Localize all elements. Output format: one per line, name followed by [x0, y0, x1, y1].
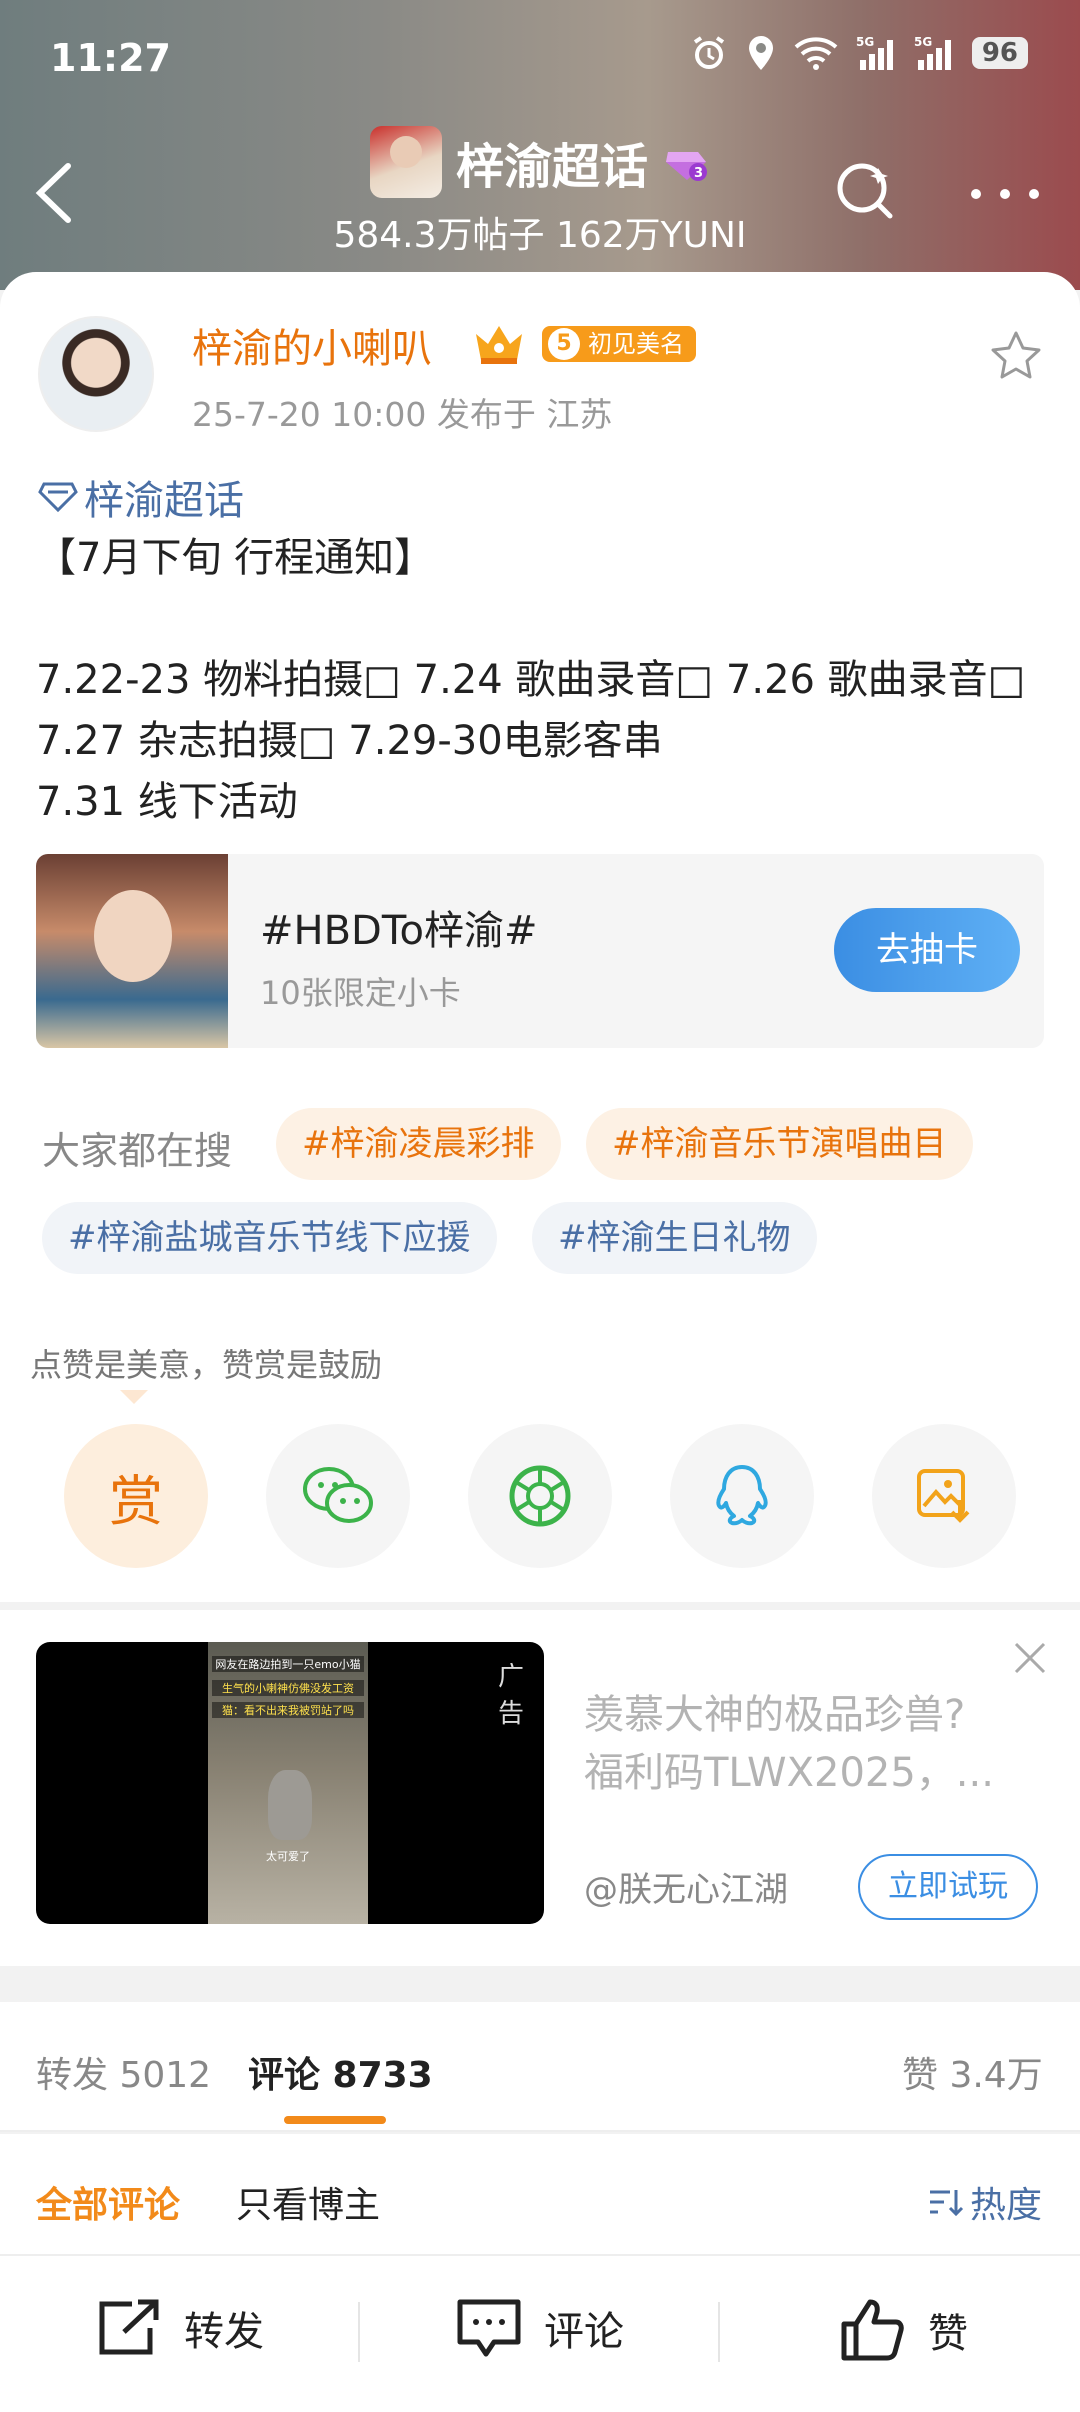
more-options-icon[interactable] — [970, 188, 1040, 200]
trending-chip[interactable]: #梓渝盐城音乐节线下应援 — [42, 1202, 497, 1274]
tab-likes[interactable]: 赞 3.4万 — [902, 2046, 1043, 2098]
forum-header[interactable]: 梓渝超话 3 584.3万帖子 162万YUNI — [0, 126, 1080, 258]
banner-thumbnail — [36, 854, 228, 1048]
post-line: 7.31 线下活动 — [36, 779, 298, 825]
ad-video-caption: 网友在路边拍到一只emo小猫 — [212, 1656, 364, 1672]
post-meta: 25-7-20 10:00 发布于 江苏 — [192, 395, 613, 434]
signal-icon-2: 5G — [914, 35, 951, 70]
forum-level: 3 — [694, 166, 703, 181]
author-name[interactable]: 梓渝的小喇叭 — [192, 316, 432, 374]
note-pointer — [120, 1390, 148, 1404]
trending-chip[interactable]: #梓渝生日礼物 — [532, 1202, 817, 1274]
ad-video-caption: 猫：看不出来我被罚站了吗 — [212, 1702, 364, 1718]
save-image-icon — [917, 1469, 970, 1523]
svg-text:5G: 5G — [856, 35, 874, 49]
wechat-icon — [303, 1467, 373, 1523]
moments-aperture-icon — [509, 1465, 571, 1527]
forum-avatar — [369, 126, 442, 198]
share-qq-button[interactable] — [670, 1424, 814, 1568]
status-time: 11:27 — [50, 36, 171, 80]
battery-indicator: 96 — [971, 37, 1028, 69]
qq-penguin-icon — [716, 1465, 768, 1526]
banner-title: #HBDTo梓渝# — [260, 908, 538, 954]
forum-title: 梓渝超话 — [455, 139, 648, 195]
badge-level: 5 — [548, 328, 580, 360]
location-icon — [748, 36, 773, 70]
comment-label: 评论 — [544, 2309, 624, 2355]
share-wechat-button[interactable] — [266, 1424, 410, 1568]
ad-text-line: 羡慕大神的极品珍兽? — [584, 1692, 966, 1738]
post-card: 梓渝的小喇叭 5 初见美名 25-7-20 10:00 发布于 江苏 梓渝超话 … — [0, 272, 1080, 1602]
trending-label: 大家都在搜 — [42, 1129, 233, 1173]
comment-button[interactable]: 评论 — [456, 2298, 624, 2358]
post-line — [36, 589, 1046, 650]
crown-icon — [476, 326, 522, 364]
repost-label: 转发 — [184, 2309, 264, 2355]
post-line: 7.27 杂志拍摄□ 7.29-30电影客串 — [36, 718, 663, 764]
svg-text:5G: 5G — [914, 35, 932, 49]
post-body: 【7月下旬 行程通知】 7.22-23 物料拍摄□ 7.24 歌曲录音□ 7.2… — [36, 528, 1046, 833]
filter-all-comments[interactable]: 全部评论 — [36, 2176, 180, 2228]
banner-subtitle: 10张限定小卡 — [260, 974, 461, 1012]
close-icon[interactable] — [1010, 1638, 1050, 1678]
interaction-tabs: 转发 5012 评论 8733 赞 3.4万 — [0, 2002, 1080, 2132]
diamond-level-icon: 3 — [666, 152, 707, 181]
save-image-button[interactable] — [872, 1424, 1016, 1568]
wifi-icon — [794, 37, 838, 70]
ad-video-frame: 网友在路边拍到一只emo小猫 生气的小喇神仿佛没发工资 猫：看不出来我被罚站了吗… — [208, 1642, 368, 1924]
ad-label: 广告 — [498, 1662, 525, 1729]
ad-text: 羡慕大神的极品珍兽? 福利码TLWX2025，... — [584, 1686, 1024, 1802]
sort-button[interactable]: 热度 — [928, 2176, 1042, 2228]
author-avatar[interactable] — [38, 316, 154, 432]
ad-video-caption: 太可爱了 — [266, 1850, 310, 1863]
cat-figure — [268, 1770, 312, 1840]
share-moments-button[interactable] — [468, 1424, 612, 1568]
ad-video[interactable]: 网友在路边拍到一只emo小猫 生气的小喇神仿佛没发工资 猫：看不出来我被罚站了吗… — [36, 1642, 544, 1924]
filter-owner-only[interactable]: 只看博主 — [236, 2176, 380, 2228]
comment-bubble-icon — [457, 2299, 521, 2357]
share-arrow-icon — [99, 2299, 159, 2355]
reward-label: 赏 — [109, 1469, 163, 1533]
comment-filter-bar: 全部评论 只看博主 热度 — [0, 2134, 1080, 2254]
favorite-star-icon[interactable] — [988, 328, 1044, 384]
divider — [718, 2302, 720, 2362]
ad-video-caption: 生气的小喇神仿佛没发工资 — [212, 1680, 364, 1696]
status-icons: 5G 5G 96 — [690, 34, 1028, 72]
draw-card-banner[interactable]: #HBDTo梓渝# 10张限定小卡 去抽卡 — [36, 854, 1044, 1048]
reward-note: 点赞是美意，赞赏是鼓励 — [30, 1346, 383, 1384]
tab-comments[interactable]: 评论 8733 — [248, 2046, 433, 2098]
like-label: 赞 — [928, 2311, 968, 2357]
try-now-button[interactable]: 立即试玩 — [858, 1854, 1038, 1920]
repost-button[interactable]: 转发 — [96, 2298, 264, 2358]
sort-label: 热度 — [970, 2185, 1043, 2226]
ad-source: @朕无心江湖 — [584, 1870, 788, 1910]
topic-name: 梓渝超话 — [84, 478, 244, 524]
ad-block[interactable]: 网友在路边拍到一只emo小猫 生气的小喇神仿佛没发工资 猫：看不出来我被罚站了吗… — [0, 1610, 1080, 1966]
ad-text-line: 福利码TLWX2025，... — [584, 1750, 994, 1796]
thumbs-up-icon — [841, 2299, 904, 2361]
active-tab-indicator — [284, 2116, 386, 2124]
alarm-icon — [693, 36, 724, 69]
reward-button[interactable]: 赏 — [64, 1424, 208, 1568]
fan-level-badge: 5 初见美名 — [542, 326, 696, 362]
forum-stats: 584.3万帖子 162万YUNI — [333, 215, 747, 256]
like-button[interactable]: 赞 — [840, 2298, 968, 2362]
post-line: 7.22-23 物料拍摄□ 7.24 歌曲录音□ 7.26 歌曲录音□ — [36, 657, 1026, 703]
draw-card-button[interactable]: 去抽卡 — [834, 908, 1020, 992]
trending-chip[interactable]: #梓渝音乐节演唱曲目 — [586, 1108, 973, 1180]
signal-icon-1: 5G — [856, 35, 893, 70]
trending-chip[interactable]: #梓渝凌晨彩排 — [276, 1108, 561, 1180]
status-bar: 11:27 5G 5G 96 — [0, 0, 1080, 120]
tab-reposts[interactable]: 转发 5012 — [36, 2046, 211, 2098]
post-line: 【7月下旬 行程通知】 — [36, 535, 435, 581]
search-icon[interactable] — [834, 158, 898, 222]
bottom-action-bar: 转发 评论 赞 — [0, 2254, 1080, 2412]
divider — [358, 2302, 360, 2362]
topic-link[interactable]: 梓渝超话 — [38, 468, 244, 526]
supertopic-diamond-icon — [38, 482, 78, 513]
badge-text: 初见美名 — [588, 330, 684, 358]
sort-icon — [930, 2190, 964, 2217]
